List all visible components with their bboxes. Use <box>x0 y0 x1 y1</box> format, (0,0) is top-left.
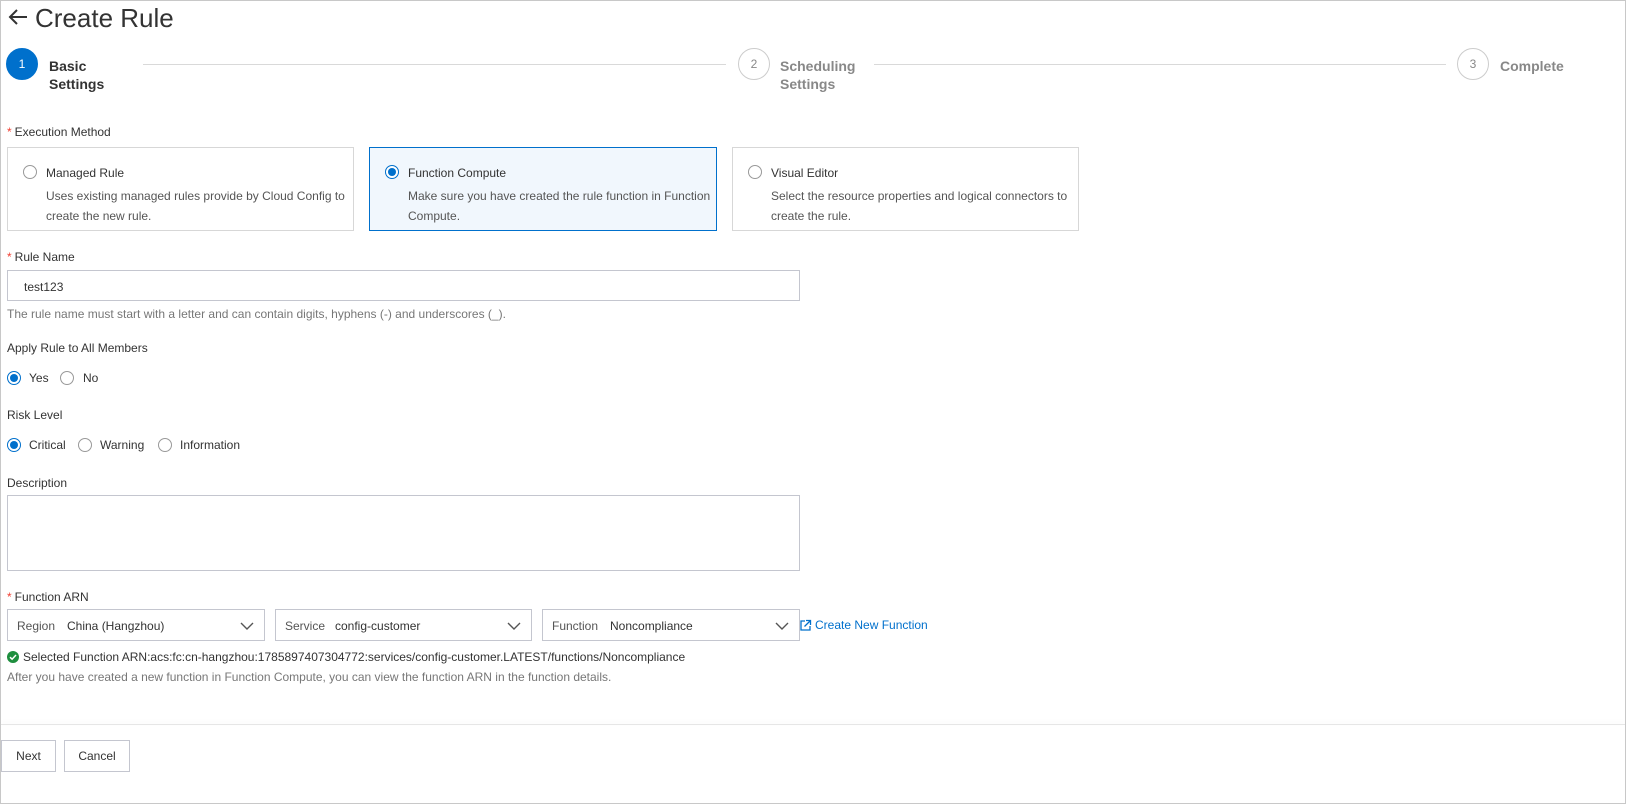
region-select-label: Region <box>17 619 56 633</box>
visual-editor-title: Visual Editor <box>771 166 839 180</box>
risk-critical-radio[interactable] <box>7 438 21 452</box>
method-card-visual-editor[interactable]: Visual Editor Select the resource proper… <box>732 147 1079 231</box>
execution-method-label: * Execution Method <box>7 125 111 139</box>
chevron-down-icon <box>507 622 521 630</box>
arrow-left-icon[interactable] <box>7 6 29 28</box>
function-compute-desc: Make sure you have created the rule func… <box>408 189 711 223</box>
step-1-label: Basic Settings <box>49 57 104 93</box>
risk-critical-option[interactable]: Critical <box>7 438 66 452</box>
risk-information-label: Information <box>180 438 241 452</box>
function-select-label: Function <box>552 619 599 633</box>
cancel-button[interactable]: Cancel <box>64 740 130 772</box>
rule-name-help: The rule name must start with a letter a… <box>7 307 506 321</box>
region-select-value: China (Hangzhou) <box>67 619 165 633</box>
chevron-down-icon <box>240 622 254 630</box>
step-connector <box>874 64 1446 65</box>
step-2-label-line1: Scheduling <box>780 58 856 74</box>
function-arn-label-text: Function ARN <box>14 590 89 604</box>
managed-rule-title: Managed Rule <box>46 166 125 180</box>
step-3-label: Complete <box>1500 58 1564 74</box>
execution-method-label-text: Execution Method <box>14 125 111 139</box>
managed-rule-radio[interactable] <box>23 165 37 179</box>
service-select-label: Service <box>285 619 326 633</box>
risk-warning-label: Warning <box>100 438 145 452</box>
rule-name-value: test123 <box>24 280 64 294</box>
risk-information-radio[interactable] <box>158 438 172 452</box>
apply-all-no-option[interactable]: No <box>60 371 98 385</box>
risk-warning-option[interactable]: Warning <box>78 438 144 452</box>
step-connector <box>143 64 726 65</box>
selected-arn-text: Selected Function ARN:acs:fc:cn-hangzhou… <box>23 650 686 664</box>
check-circle-icon <box>7 651 19 663</box>
rule-name-input[interactable]: test123 <box>7 270 800 301</box>
chevron-down-icon <box>775 622 789 630</box>
rule-name-label-text: Rule Name <box>14 250 75 264</box>
visual-editor-desc: Select the resource properties and logic… <box>771 189 1068 223</box>
create-new-function-link[interactable]: Create New Function <box>799 618 928 632</box>
apply-all-label: Apply Rule to All Members <box>7 341 148 355</box>
step-2-label-line2: Settings <box>780 76 836 92</box>
method-card-managed-rule[interactable]: Managed Rule Uses existing managed rules… <box>7 147 354 231</box>
apply-all-yes-label: Yes <box>29 371 49 385</box>
risk-warning-radio[interactable] <box>78 438 92 452</box>
region-select[interactable]: Region China (Hangzhou) <box>7 609 265 641</box>
create-new-function-text: Create New Function <box>815 618 928 632</box>
risk-critical-label: Critical <box>29 438 66 452</box>
risk-level-label: Risk Level <box>7 408 63 422</box>
description-label: Description <box>7 476 68 490</box>
rule-name-label: * Rule Name <box>7 250 75 264</box>
risk-information-option[interactable]: Information <box>158 438 240 452</box>
service-select[interactable]: Service config-customer <box>275 609 532 641</box>
step-1-circle: 1 <box>6 48 38 80</box>
step-2-label: Scheduling Settings <box>780 57 855 93</box>
apply-all-yes-option[interactable]: Yes <box>7 371 49 385</box>
function-arn-label: * Function ARN <box>7 590 89 604</box>
next-button[interactable]: Next <box>1 740 56 772</box>
selected-arn-row: Selected Function ARN:acs:fc:cn-hangzhou… <box>7 650 685 664</box>
apply-all-yes-radio[interactable] <box>7 371 21 385</box>
step-3-circle: 3 <box>1457 48 1489 80</box>
required-mark: * <box>7 125 12 139</box>
required-mark: * <box>7 250 12 264</box>
function-select[interactable]: Function Noncompliance <box>542 609 800 641</box>
required-mark: * <box>7 590 12 604</box>
service-select-value: config-customer <box>335 619 421 633</box>
visual-editor-radio[interactable] <box>748 165 762 179</box>
function-select-value: Noncompliance <box>610 619 693 633</box>
apply-all-no-radio[interactable] <box>60 371 74 385</box>
function-compute-radio[interactable] <box>385 165 399 179</box>
managed-rule-desc: Uses existing managed rules provide by C… <box>46 189 345 223</box>
footer-divider <box>1 724 1625 725</box>
apply-all-no-label: No <box>83 371 99 385</box>
function-arn-help: After you have created a new function in… <box>7 670 612 684</box>
page-title: Create Rule <box>35 3 174 33</box>
step-2-circle: 2 <box>738 48 770 80</box>
step-1-label-line1: Basic <box>49 58 87 74</box>
description-textarea[interactable] <box>7 495 800 571</box>
function-compute-title: Function Compute <box>408 166 507 180</box>
method-card-function-compute[interactable]: Function Compute Make sure you have crea… <box>369 147 717 231</box>
external-link-icon <box>800 619 812 631</box>
step-1-label-line2: Settings <box>49 76 105 92</box>
